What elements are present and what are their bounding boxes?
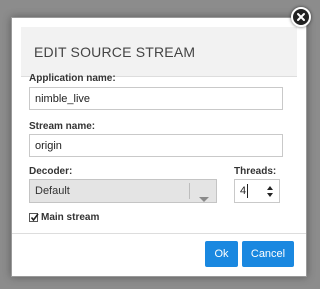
decoder-label: Decoder: <box>29 166 73 177</box>
main-stream-label: Main stream <box>41 212 100 223</box>
ok-button[interactable]: Ok <box>205 241 238 267</box>
decoder-selected-value: Default <box>35 185 70 197</box>
stream-name-input[interactable] <box>29 134 283 157</box>
spinner-arrows-icon[interactable] <box>266 185 274 198</box>
dialog-title: EDIT SOURCE STREAM <box>34 44 196 60</box>
threads-label: Threads: <box>234 166 277 177</box>
close-icon[interactable] <box>291 7 311 27</box>
dialog-header: EDIT SOURCE STREAM <box>21 27 297 77</box>
stream-name-label: Stream name: <box>29 121 96 132</box>
threads-value: 4 <box>240 185 247 197</box>
select-divider <box>189 183 190 199</box>
main-stream-checkbox[interactable] <box>29 213 39 222</box>
footer-divider <box>12 233 306 234</box>
text-caret <box>247 184 248 198</box>
decoder-select[interactable]: Default <box>29 179 217 203</box>
chevron-down-icon <box>199 189 209 207</box>
application-name-label: Application name: <box>29 73 116 84</box>
cancel-button[interactable]: Cancel <box>242 241 294 267</box>
edit-source-stream-dialog: EDIT SOURCE STREAM Application name: Str… <box>11 17 307 277</box>
threads-stepper[interactable]: 4 <box>234 179 280 203</box>
application-name-input[interactable] <box>29 87 283 110</box>
